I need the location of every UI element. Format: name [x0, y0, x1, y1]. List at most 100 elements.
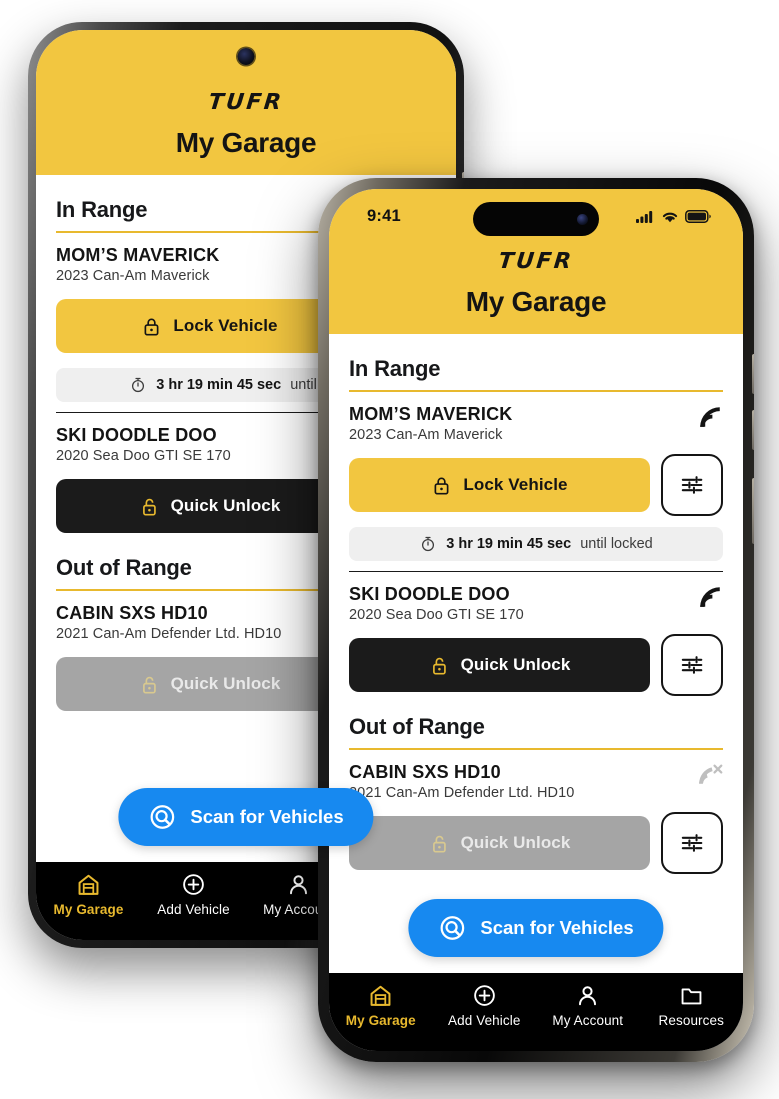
quick-unlock-button[interactable]: Quick Unlock [56, 479, 363, 533]
tab-my-garage[interactable]: My Garage [36, 872, 141, 917]
sliders-icon[interactable] [679, 472, 705, 498]
lock-closed-icon [141, 316, 162, 337]
front-phone-screen: 9:41 TUFR My Garage In Range MOM’S MAVER… [329, 189, 743, 1051]
garage-icon[interactable] [76, 872, 101, 897]
lock-open-icon [429, 655, 450, 676]
brand-logo-front: TUFR [497, 249, 575, 274]
vehicle-card: MOM’S MAVERICK 2023 Can-Am Maverick Lock V… [349, 404, 723, 571]
lock-vehicle-button[interactable]: Lock Vehicle [349, 458, 650, 512]
signal-in-range-icon [697, 404, 723, 430]
person-icon[interactable] [286, 872, 311, 897]
tab-my-garage[interactable]: My Garage [329, 983, 433, 1028]
signal-in-range-icon [697, 584, 723, 610]
vehicle-model: 2021 Can-Am Defender Ltd. HD10 [349, 785, 575, 801]
vehicle-model: 2021 Can-Am Defender Ltd. HD10 [56, 626, 282, 642]
scan-for-vehicles-button[interactable]: Scan for Vehicles [408, 899, 664, 957]
section-divider [349, 390, 723, 392]
vehicle-settings-button[interactable] [661, 634, 723, 696]
status-bar-time: 9:41 [367, 206, 401, 225]
vehicle-model: 2020 Sea Doo GTI SE 170 [56, 448, 231, 464]
lock-open-icon [139, 674, 160, 695]
action-button-label: Quick Unlock [460, 833, 571, 852]
vehicle-actions: Lock Vehicle [349, 454, 723, 516]
lock-open-icon [139, 496, 160, 517]
vehicle-info: SKI DOODLE DOO 2020 Sea Doo GTI SE 170 [56, 425, 231, 464]
vehicle-info: SKI DOODLE DOO 2020 Sea Doo GTI SE 170 [349, 584, 524, 623]
vehicle-name: MOM’S MAVERICK [56, 245, 220, 265]
tab-label: Add Vehicle [448, 1013, 521, 1028]
sliders-icon[interactable] [679, 652, 705, 678]
app-root-front: 9:41 TUFR My Garage In Range MOM’S MAVER… [329, 189, 743, 1051]
vehicle-settings-button[interactable] [661, 454, 723, 516]
vehicle-name: SKI DOODLE DOO [349, 584, 510, 604]
tab-label: My Account [552, 1013, 624, 1028]
battery-full-icon [685, 209, 711, 223]
vehicle-header: SKI DOODLE DOO 2020 Sea Doo GTI SE 170 [349, 584, 723, 623]
scan-for-vehicles-button[interactable]: Scan for Vehicles [118, 788, 374, 846]
tab-add-vehicle[interactable]: Add Vehicle [141, 872, 246, 917]
tab-label: Resources [658, 1013, 724, 1028]
vehicle-actions: Quick Unlock [349, 812, 723, 874]
lock-open-icon [429, 833, 450, 854]
vehicle-name: MOM’S MAVERICK [349, 404, 513, 424]
plus-circle-icon[interactable] [472, 983, 497, 1008]
vehicle-actions: Quick Unlock [349, 634, 723, 696]
stopwatch-icon [129, 376, 147, 394]
signal-out-of-range-icon [697, 762, 723, 788]
vehicle-name: SKI DOODLE DOO [56, 425, 217, 445]
tab-label: My Garage [53, 902, 124, 917]
lock-timer-pill: 3 hr 19 min 45 sec until locked [349, 527, 723, 561]
vehicle-name: CABIN SXS HD10 [56, 603, 208, 623]
status-bar-icons [636, 209, 711, 223]
cellular-bars-icon [636, 210, 655, 223]
device-button-volume-up-front[interactable] [752, 354, 754, 394]
lock-closed-icon [431, 475, 452, 496]
section-title: In Range [349, 356, 441, 381]
tab-resources[interactable]: Resources [640, 983, 744, 1028]
vehicle-info: MOM’S MAVERICK 2023 Can-Am Maverick [349, 404, 512, 443]
wifi-icon [661, 210, 679, 223]
section-divider [349, 748, 723, 750]
device-button-power-front[interactable] [752, 478, 754, 544]
sliders-icon[interactable] [679, 830, 705, 856]
tab-label: My Garage [345, 1013, 416, 1028]
stopwatch-icon [419, 535, 437, 553]
tab-bar-front: My Garage Add Vehicle My Account Resources [329, 973, 743, 1051]
quick-unlock-button: Quick Unlock [349, 816, 650, 870]
garage-icon[interactable] [368, 983, 393, 1008]
vehicle-header: MOM’S MAVERICK 2023 Can-Am Maverick [349, 404, 723, 443]
page-title-back: My Garage [175, 127, 317, 158]
section-in-range: In Range MOM’S MAVERICK 2023 Can-Am Maveri… [349, 348, 723, 706]
vehicle-model: 2023 Can-Am Maverick [349, 427, 503, 443]
vehicle-name: CABIN SXS HD10 [349, 762, 501, 782]
quick-unlock-button: Quick Unlock [56, 657, 363, 711]
vehicle-model: 2023 Can-Am Maverick [56, 268, 210, 284]
tab-add-vehicle[interactable]: Add Vehicle [433, 983, 537, 1028]
tab-my-account[interactable]: My Account [536, 983, 640, 1028]
scan-target-icon[interactable] [148, 803, 176, 831]
vehicle-card: CABIN SXS HD10 2021 Can-Am Defender Ltd. … [349, 762, 723, 884]
lock-vehicle-button[interactable]: Lock Vehicle [56, 299, 363, 353]
plus-circle-icon[interactable] [181, 872, 206, 897]
vehicle-info: CABIN SXS HD10 2021 Can-Am Defender Ltd. … [349, 762, 574, 801]
vehicle-info: CABIN SXS HD10 2021 Can-Am Defender Ltd. … [56, 603, 281, 642]
vehicle-card: SKI DOODLE DOO 2020 Sea Doo GTI SE 170 Qui… [349, 571, 723, 706]
action-button-label: Quick Unlock [460, 655, 571, 674]
section-title: Out of Range [349, 714, 485, 739]
folder-icon[interactable] [679, 983, 704, 1008]
quick-unlock-button[interactable]: Quick Unlock [349, 638, 650, 692]
vehicle-settings-button[interactable] [661, 812, 723, 874]
lock-timer-value: 3 hr 19 min 45 sec [446, 536, 572, 552]
vehicle-info: MOM’S MAVERICK 2023 Can-Am Maverick [56, 245, 219, 284]
action-button-label: Quick Unlock [170, 496, 281, 515]
section-out-of-range: Out of Range CABIN SXS HD10 2021 Can-Am De… [349, 706, 723, 884]
device-button-volume-down-front[interactable] [752, 410, 754, 450]
dynamic-island [473, 202, 599, 236]
front-phone-device: 9:41 TUFR My Garage In Range MOM’S MAVER… [318, 178, 754, 1062]
person-icon[interactable] [575, 983, 600, 1008]
app-body-front: In Range MOM’S MAVERICK 2023 Can-Am Maveri… [329, 334, 743, 973]
tab-label: Add Vehicle [157, 902, 230, 917]
lock-timer-value: 3 hr 19 min 45 sec [156, 377, 282, 393]
action-button-label: Quick Unlock [170, 674, 281, 693]
scan-target-icon[interactable] [438, 914, 466, 942]
